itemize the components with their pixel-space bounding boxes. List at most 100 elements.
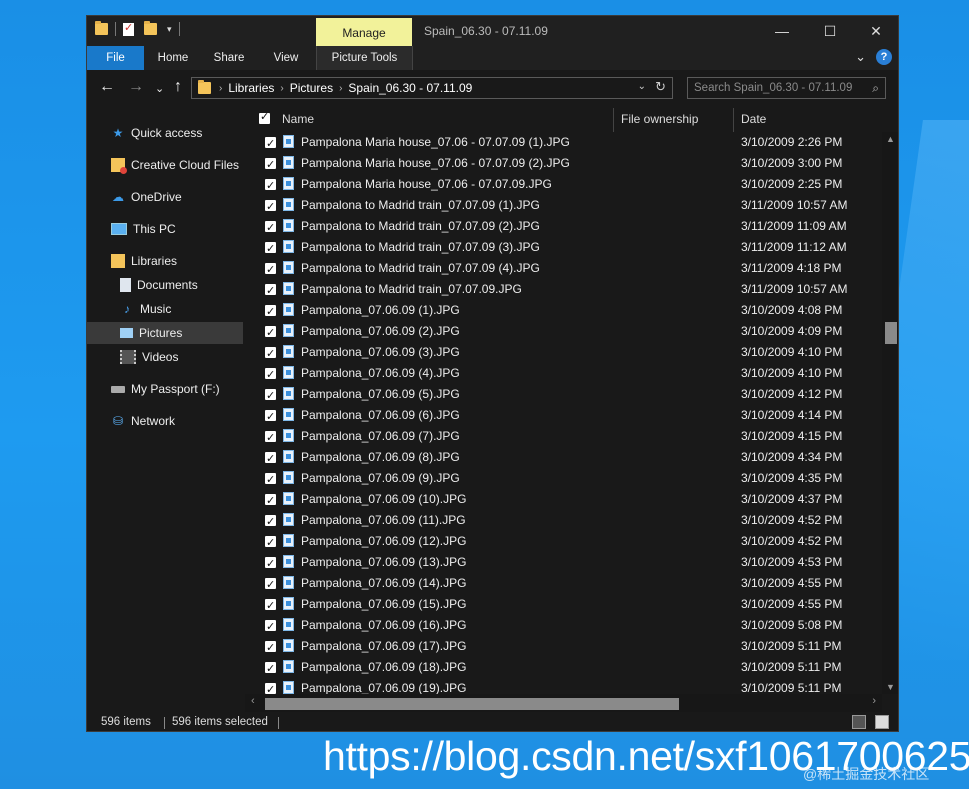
forward-arrow-icon[interactable]: →	[128, 78, 144, 96]
row-checkbox[interactable]	[265, 638, 276, 659]
sidebar-item-music[interactable]: ♪ Music	[120, 298, 171, 320]
vertical-scrollbar[interactable]: ▲ ▼	[882, 132, 898, 694]
maximize-button[interactable]: ☐	[807, 16, 853, 46]
file-row[interactable]: Pampalona to Madrid train_07.07.09 (4).J…	[245, 258, 884, 281]
new-folder-icon[interactable]	[144, 21, 157, 35]
row-checkbox[interactable]	[265, 512, 276, 533]
file-row[interactable]: Pampalona_07.06.09 (14).JPG 3/10/2009 4:5…	[245, 573, 884, 596]
up-arrow-icon[interactable]: ↑	[174, 78, 182, 96]
sidebar-item-documents[interactable]: Documents	[120, 274, 198, 296]
breadcrumb-current-folder[interactable]: Spain_06.30 - 07.11.09	[348, 81, 472, 95]
row-checkbox[interactable]	[265, 386, 276, 407]
row-checkbox[interactable]	[265, 428, 276, 449]
address-bar[interactable]: › Libraries › Pictures › Spain_06.30 - 0…	[191, 77, 673, 99]
close-button[interactable]: ✕	[853, 16, 898, 46]
file-row[interactable]: Pampalona_07.06.09 (7).JPG 3/10/2009 4:15…	[245, 426, 884, 449]
sidebar-item-pictures[interactable]: Pictures	[87, 322, 243, 344]
row-checkbox[interactable]	[265, 302, 276, 323]
row-checkbox[interactable]	[265, 218, 276, 239]
sidebar-item-this-pc[interactable]: This PC	[111, 218, 176, 240]
column-date[interactable]: Date	[741, 106, 766, 132]
sidebar-item-network[interactable]: ⛁ Network	[111, 410, 175, 432]
tab-picture-tools[interactable]: Picture Tools	[316, 46, 413, 70]
column-name[interactable]: Name	[282, 106, 314, 132]
sidebar-item-quick-access[interactable]: ★ Quick access	[111, 122, 203, 144]
address-dropdown-icon[interactable]: ⌄	[638, 81, 646, 92]
row-checkbox[interactable]	[265, 575, 276, 596]
file-row[interactable]: Pampalona_07.06.09 (2).JPG 3/10/2009 4:09…	[245, 321, 884, 344]
column-divider[interactable]	[613, 108, 614, 132]
help-icon[interactable]: ?	[876, 49, 892, 65]
row-checkbox[interactable]	[265, 323, 276, 344]
tab-share[interactable]: Share	[205, 46, 253, 70]
row-checkbox[interactable]	[265, 554, 276, 575]
breadcrumb-pictures[interactable]: Pictures	[290, 81, 333, 95]
file-row[interactable]: Pampalona_07.06.09 (4).JPG 3/10/2009 4:10…	[245, 363, 884, 386]
row-checkbox[interactable]	[265, 344, 276, 365]
search-icon[interactable]: ⌕	[872, 78, 879, 98]
search-input[interactable]: Search Spain_06.30 - 07.11.09 ⌕	[687, 77, 886, 99]
customize-toolbar-dropdown-icon[interactable]: ▾	[167, 24, 172, 35]
row-checkbox[interactable]	[265, 491, 276, 512]
file-row[interactable]: Pampalona_07.06.09 (5).JPG 3/10/2009 4:12…	[245, 384, 884, 407]
row-checkbox[interactable]	[265, 155, 276, 176]
horizontal-scroll-thumb[interactable]	[265, 698, 679, 710]
horizontal-scrollbar[interactable]: ‹ ›	[245, 694, 882, 712]
scroll-up-icon[interactable]: ▲	[886, 134, 895, 144]
file-row[interactable]: Pampalona_07.06.09 (10).JPG 3/10/2009 4:3…	[245, 489, 884, 512]
file-row[interactable]: Pampalona_07.06.09 (17).JPG 3/10/2009 5:1…	[245, 636, 884, 659]
sidebar-item-creative-cloud-files[interactable]: Creative Cloud Files	[111, 154, 239, 176]
sidebar-item-libraries[interactable]: Libraries	[111, 250, 177, 272]
sidebar-item-onedrive[interactable]: ☁ OneDrive	[111, 186, 182, 208]
scroll-down-icon[interactable]: ▼	[886, 682, 895, 692]
row-checkbox[interactable]	[265, 680, 276, 694]
recent-locations-chevron-icon[interactable]: ⌄	[155, 80, 164, 98]
scroll-left-icon[interactable]: ‹	[251, 695, 255, 707]
file-row[interactable]: Pampalona_07.06.09 (1).JPG 3/10/2009 4:08…	[245, 300, 884, 323]
tab-view[interactable]: View	[262, 46, 310, 70]
file-row[interactable]: Pampalona Maria house_07.06 - 07.07.09.J…	[245, 174, 884, 197]
row-checkbox[interactable]	[265, 134, 276, 155]
file-row[interactable]: Pampalona_07.06.09 (16).JPG 3/10/2009 5:0…	[245, 615, 884, 638]
column-divider[interactable]	[733, 108, 734, 132]
row-checkbox[interactable]	[265, 449, 276, 470]
row-checkbox[interactable]	[265, 617, 276, 638]
file-row[interactable]: Pampalona_07.06.09 (6).JPG 3/10/2009 4:14…	[245, 405, 884, 428]
file-row[interactable]: Pampalona Maria house_07.06 - 07.07.09 (…	[245, 153, 884, 176]
row-checkbox[interactable]	[265, 407, 276, 428]
column-file-ownership[interactable]: File ownership	[621, 106, 698, 132]
row-checkbox[interactable]	[265, 533, 276, 554]
row-checkbox[interactable]	[265, 197, 276, 218]
sidebar-item-my-passport[interactable]: My Passport (F:)	[111, 378, 220, 400]
sidebar-item-videos[interactable]: Videos	[120, 346, 178, 368]
file-row[interactable]: Pampalona to Madrid train_07.07.09.JPG 3/…	[245, 279, 884, 302]
file-row[interactable]: Pampalona_07.06.09 (15).JPG 3/10/2009 4:5…	[245, 594, 884, 617]
row-checkbox[interactable]	[265, 659, 276, 680]
scroll-right-icon[interactable]: ›	[872, 695, 876, 707]
row-checkbox[interactable]	[265, 176, 276, 197]
minimize-button[interactable]: —	[759, 16, 805, 46]
file-row[interactable]: Pampalona_07.06.09 (11).JPG 3/10/2009 4:5…	[245, 510, 884, 533]
file-row[interactable]: Pampalona_07.06.09 (9).JPG 3/10/2009 4:35…	[245, 468, 884, 491]
file-row[interactable]: Pampalona Maria house_07.06 - 07.07.09 (…	[245, 132, 884, 155]
file-row[interactable]: Pampalona_07.06.09 (3).JPG 3/10/2009 4:10…	[245, 342, 884, 365]
expand-ribbon-chevron-icon[interactable]: ⌄	[855, 49, 866, 65]
row-checkbox[interactable]	[265, 365, 276, 386]
row-checkbox[interactable]	[265, 239, 276, 260]
file-row[interactable]: Pampalona to Madrid train_07.07.09 (1).J…	[245, 195, 884, 218]
file-row[interactable]: Pampalona_07.06.09 (18).JPG 3/10/2009 5:1…	[245, 657, 884, 680]
row-checkbox[interactable]	[265, 281, 276, 302]
row-checkbox[interactable]	[265, 260, 276, 281]
vertical-scroll-thumb[interactable]	[885, 322, 897, 344]
back-arrow-icon[interactable]: ←	[99, 78, 115, 96]
file-row[interactable]: Pampalona to Madrid train_07.07.09 (3).J…	[245, 237, 884, 260]
details-view-icon[interactable]	[852, 715, 866, 729]
file-row[interactable]: Pampalona_07.06.09 (13).JPG 3/10/2009 4:5…	[245, 552, 884, 575]
breadcrumb-libraries[interactable]: Libraries	[228, 81, 274, 95]
manage-contextual-tab[interactable]: Manage	[316, 18, 412, 46]
large-icons-view-icon[interactable]	[875, 715, 889, 729]
file-row[interactable]: Pampalona_07.06.09 (19).JPG 3/10/2009 5:1…	[245, 678, 884, 694]
file-row[interactable]: Pampalona_07.06.09 (8).JPG 3/10/2009 4:34…	[245, 447, 884, 470]
refresh-icon[interactable]: ↻	[655, 79, 666, 95]
tab-file[interactable]: File	[87, 46, 144, 70]
